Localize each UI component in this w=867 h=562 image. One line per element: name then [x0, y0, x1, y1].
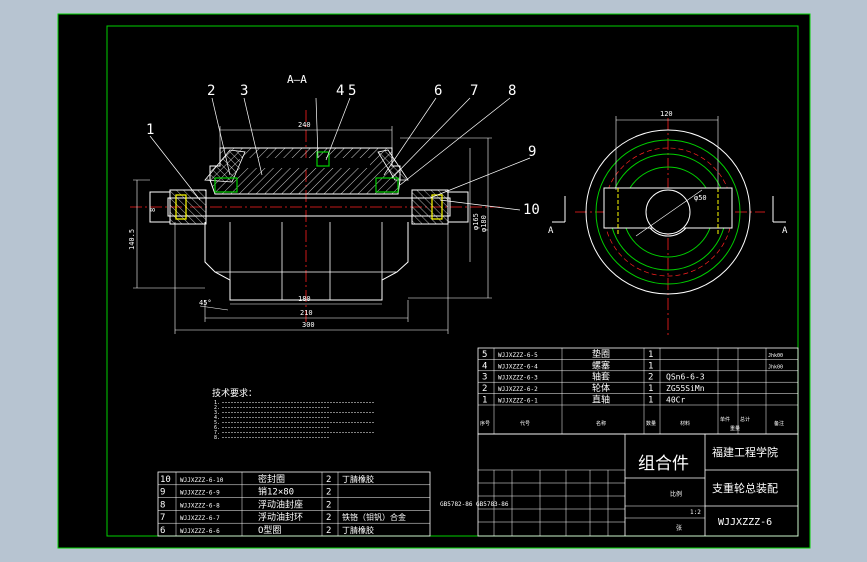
bom-upper-no: 3	[482, 373, 487, 383]
bom-lower-name: 销12×80	[258, 486, 294, 498]
collar-right	[411, 189, 449, 225]
notes-title: 技术要求：	[212, 387, 257, 399]
bom-lower-name: O型圈	[258, 525, 281, 536]
bom-upper-name: 螺塞	[592, 359, 610, 371]
section-label: A—A	[287, 73, 307, 86]
dim-300: 300	[302, 321, 315, 329]
bom-header-note: 备注	[774, 420, 784, 427]
bom-upper-code: WJJXZZZ-6-5	[498, 352, 538, 359]
callout-2: 2	[207, 83, 215, 99]
title-scale: 1:2	[690, 509, 701, 516]
dim-240: 240	[298, 121, 311, 129]
callout-4: 4	[336, 83, 344, 99]
bom-upper-code: WJJXZZZ-6-4	[498, 363, 538, 370]
bom-header-material: 材料	[680, 420, 690, 427]
bom-header-unit-weight: 单件	[720, 416, 730, 423]
callout-1: 1	[146, 122, 154, 138]
bom-lower-code: WJJXZZZ-6-10	[180, 477, 224, 484]
callout-6: 6	[434, 83, 442, 99]
section-mark-right: A	[782, 226, 788, 236]
callout-9: 9	[528, 144, 536, 160]
bom-header-code: 代号	[520, 420, 530, 427]
callout-3: 3	[240, 83, 248, 99]
bom-header-total-weight: 总计	[740, 416, 750, 423]
bom-lower-code: WJJXZZZ-6-6	[180, 528, 220, 535]
section-mark-left: A	[548, 226, 554, 236]
bom-lower-no: 8	[160, 500, 165, 510]
dim-140-5: 140.5	[128, 229, 136, 250]
bom-upper-no: 1	[482, 396, 487, 406]
bom-lower-qty: 2	[326, 475, 331, 485]
bom-lower-material: 丁腈橡胶	[342, 474, 374, 484]
bom-upper-no: 5	[482, 350, 487, 360]
bom-upper-name: 垫圈	[592, 348, 610, 360]
drawing-canvas: A—A 240 180 210 300 140.5 8 φ165 φ180 45…	[57, 13, 811, 549]
title-std2: GB5783-86	[476, 501, 509, 508]
bom-upper-name: 轴套	[592, 371, 610, 383]
bom-upper-material: QSn6-6-3	[666, 373, 705, 382]
title-ratio-label: 比例	[670, 490, 682, 498]
dim-210: 210	[300, 309, 313, 317]
bom-upper-code: WJJXZZZ-6-1	[498, 398, 538, 405]
bom-upper-material: ZG55SiMn	[666, 384, 705, 393]
bom-header-no: 序号	[480, 420, 490, 427]
bom-lower-qty: 2	[326, 513, 331, 523]
callout-8: 8	[508, 83, 516, 99]
bom-lower-qty: 2	[326, 500, 331, 510]
bom-upper-name: 轮体	[592, 382, 610, 394]
dim-165: φ165	[472, 213, 480, 230]
dim-45-deg: 45°	[199, 299, 212, 307]
title-drawing-type: 组合件	[638, 454, 689, 474]
bom-lower-qty: 2	[326, 488, 331, 498]
note-line-number: 8.	[214, 435, 220, 441]
callout-7: 7	[470, 83, 478, 99]
title-school: 福建工程学院	[712, 445, 778, 459]
bom-lower-no: 6	[160, 526, 165, 536]
bom-upper-code: WJJXZZZ-6-2	[498, 386, 538, 393]
bom-lower-name: 浮动油封环	[258, 511, 303, 523]
bom-lower-material: 丁腈橡胶	[342, 525, 374, 535]
side-dim-phi-text: φ50	[694, 194, 707, 202]
bom-upper-material: 40Cr	[666, 396, 685, 405]
bom-upper-qty: 1	[648, 350, 653, 360]
bom-lower-no: 7	[160, 513, 165, 523]
bom-lower-name: 密封圈	[258, 473, 285, 485]
bom-lower-code: WJJXZZZ-6-9	[180, 490, 220, 497]
bom-upper-no: 2	[482, 384, 487, 394]
bom-header-name: 名称	[596, 420, 606, 427]
callout-10: 10	[523, 202, 540, 218]
bom-upper-no: 4	[482, 361, 487, 371]
dim-180-vertical: φ180	[480, 215, 488, 232]
bom-upper-note: Jhk00	[768, 364, 783, 370]
title-drawing-name: 支重轮总装配	[712, 481, 778, 495]
collar-left	[169, 189, 207, 225]
dim-180: 180	[298, 295, 311, 303]
bom-lower-material: 铁铬（钼钒）合金	[342, 512, 406, 522]
bom-lower-name: 浮动油封座	[258, 498, 303, 510]
bom-lower-no: 9	[160, 488, 165, 498]
bom-header-weight: 重量	[730, 425, 740, 432]
bom-lower-code: WJJXZZZ-6-7	[180, 515, 220, 522]
title-drawing-no: WJJXZZZ-6	[718, 517, 772, 528]
bom-upper-qty: 1	[648, 361, 653, 371]
bom-lower-code: WJJXZZZ-6-8	[180, 502, 220, 509]
bom-upper-code: WJJXZZZ-6-3	[498, 375, 538, 382]
bom-header-qty: 数量	[646, 420, 656, 427]
bom-lower-no: 10	[160, 475, 171, 485]
bom-upper-qty: 1	[648, 384, 653, 394]
bom-upper-note: Jhk00	[768, 353, 783, 359]
side-bore	[645, 189, 691, 235]
title-sheet-label: 张	[676, 524, 682, 532]
bom-upper-qty: 2	[648, 373, 653, 383]
bom-upper-name: 直轴	[592, 394, 610, 406]
dim-8: 8	[149, 208, 157, 212]
callout-5: 5	[348, 83, 356, 99]
side-dim-120-text: 120	[660, 110, 673, 118]
title-std1: GB5782-86	[440, 501, 473, 508]
bom-upper-qty: 1	[648, 396, 653, 406]
bom-lower-qty: 2	[326, 526, 331, 536]
